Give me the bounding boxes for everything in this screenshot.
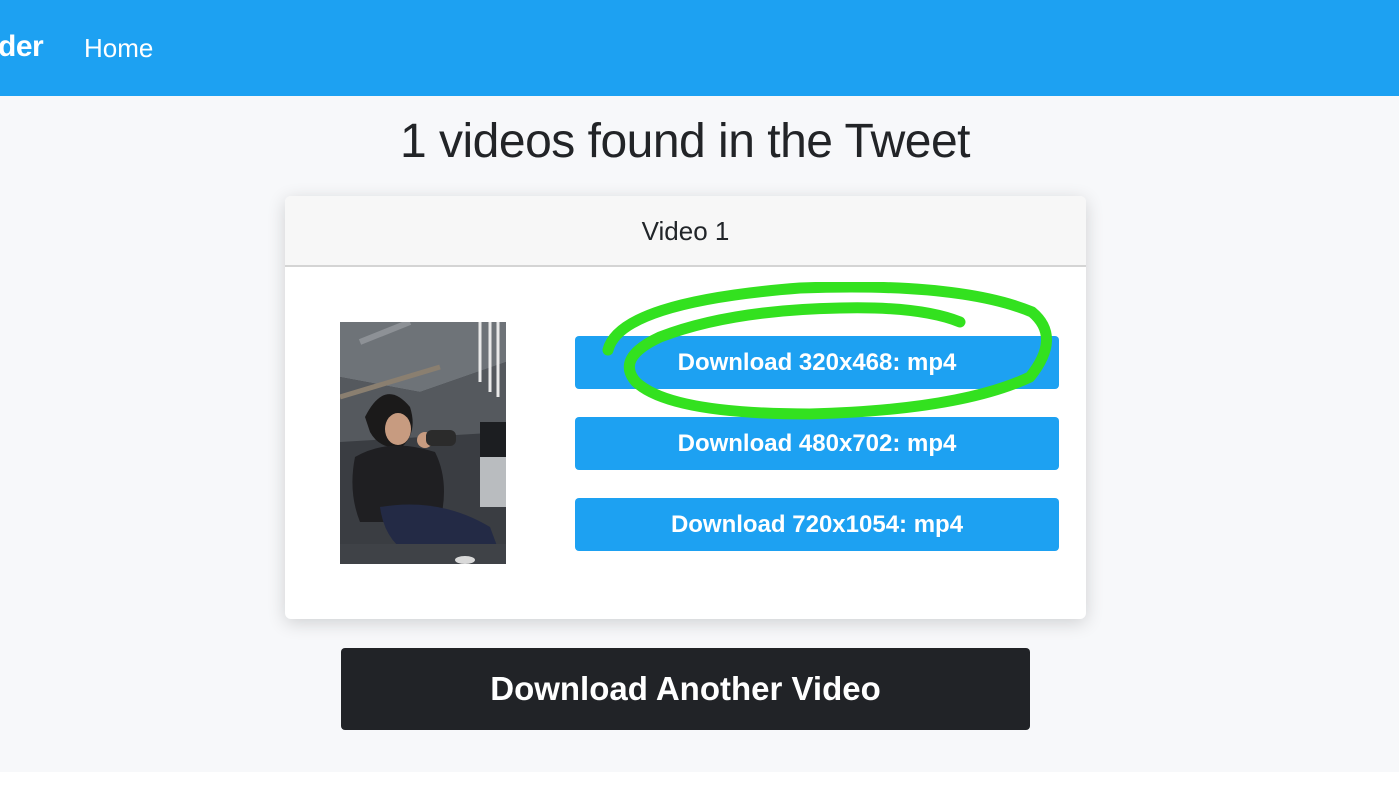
video-thumbnail [340, 322, 506, 564]
main-content: 1 videos found in the Tweet Video 1 Down… [0, 96, 1399, 772]
nav-home-link[interactable]: Home [84, 33, 153, 64]
download-720x1054-button[interactable]: Download 720x1054: mp4 [575, 498, 1059, 551]
navbar: der Home [0, 0, 1399, 96]
download-480x702-button[interactable]: Download 480x702: mp4 [575, 417, 1059, 470]
page-title: 1 videos found in the Tweet [399, 115, 971, 168]
download-320x468-button[interactable]: Download 320x468: mp4 [575, 336, 1059, 389]
video-card: Video 1 Download 320x468: mp4 Download 4… [285, 196, 1086, 619]
brand-logo-text[interactable]: der [0, 30, 44, 64]
download-another-video-button[interactable]: Download Another Video [341, 648, 1030, 730]
video-card-header: Video 1 [285, 196, 1086, 267]
